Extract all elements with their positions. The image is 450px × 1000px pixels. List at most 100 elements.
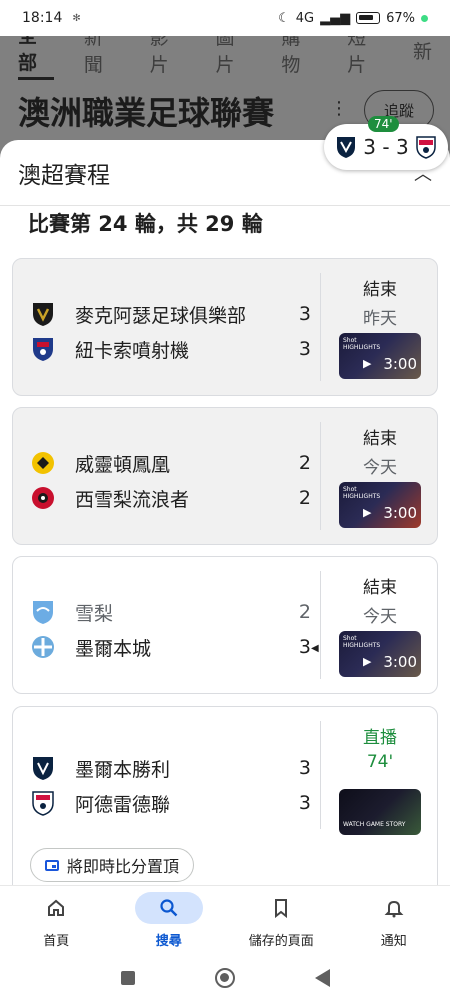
away-team-row: 紐卡索噴射機 3 xyxy=(31,334,311,364)
home-team-score: 3 xyxy=(298,757,311,779)
match-status: 結束 今天 xyxy=(343,424,417,478)
notification-icon: ✻ xyxy=(72,12,81,24)
newcastle-crest-icon xyxy=(33,338,53,361)
dnd-moon-icon: ☾ xyxy=(278,10,290,26)
pin-live-score-button[interactable]: 將即時比分置頂 xyxy=(30,848,195,882)
card-divider xyxy=(320,422,321,530)
status-bar: 18:14 ✻ ☾ 4G ▂▄▆ 67% xyxy=(0,0,450,36)
highlights-video-thumbnail[interactable]: Shot HIGHLIGHTS ▶ 3:00 xyxy=(339,631,421,677)
nav-notifications[interactable]: 通知 xyxy=(344,892,444,949)
privacy-dot-icon xyxy=(421,14,428,22)
match-status-label: 直播 xyxy=(363,728,397,748)
background-tabs: 全部 新聞 影片 圖片 購物 短片 新 xyxy=(0,25,450,80)
nav-saved-label: 儲存的頁面 xyxy=(248,934,314,949)
match-status: 結束 昨天 xyxy=(343,275,417,329)
adelaide-crest-icon xyxy=(32,791,54,816)
melbourne-victory-crest-icon xyxy=(33,757,53,780)
home-team-name: 雪梨 xyxy=(75,602,114,625)
match-status: 結束 今天 xyxy=(343,573,417,627)
play-icon: ▶ xyxy=(363,506,372,519)
highlights-video-thumbnail[interactable]: Shot HIGHLIGHTS ▶ 3:00 xyxy=(339,482,421,528)
melbourne-victory-crest-icon xyxy=(337,137,356,158)
winner-arrow-icon: ◀ xyxy=(311,643,319,654)
home-team-row: 墨爾本勝利 3 xyxy=(31,753,311,783)
live-score-chip[interactable]: 74' 3 - 3 xyxy=(324,116,448,170)
signal-icon: ▂▄▆ xyxy=(320,10,351,26)
away-team-row: 阿德雷德聯 3 xyxy=(31,788,311,818)
home-team-score: 2 xyxy=(298,452,311,474)
game-story-caption: WATCH GAME STORY xyxy=(343,821,406,828)
melbourne-city-crest-icon xyxy=(32,636,54,658)
away-team-score: 3 xyxy=(298,792,311,814)
video-duration: 3:00 xyxy=(383,355,417,373)
home-team-name: 麥克阿瑟足球俱樂部 xyxy=(75,304,247,327)
video-duration: 3:00 xyxy=(383,653,417,671)
nav-saved-icon-wrap xyxy=(247,892,315,924)
round-label: 比賽第 24 輪，共 29 輪 xyxy=(28,212,263,236)
home-team-row: 雪梨 2 xyxy=(31,597,311,627)
match-card[interactable]: 威靈頓鳳凰 2 西雪梨流浪者 2 結束 今天 Shot HIGHLIGHTS ▶ … xyxy=(12,407,438,545)
recents-icon[interactable] xyxy=(120,970,135,985)
home-team-row: 威靈頓鳳凰 2 xyxy=(31,448,311,478)
live-score: 3 - 3 xyxy=(363,135,409,159)
match-card[interactable]: 麥克阿瑟足球俱樂部 3 紐卡索噴射機 3 結束 昨天 Shot HIGHLIGHT… xyxy=(12,258,438,396)
sydney-crest-icon xyxy=(33,601,53,624)
highlights-tag: Shot HIGHLIGHTS xyxy=(343,486,381,500)
away-team-name: 紐卡索噴射機 xyxy=(75,339,190,362)
bookmark-icon xyxy=(275,899,288,918)
nav-saved[interactable]: 儲存的頁面 xyxy=(231,892,331,949)
more-vert-icon: ⋮ xyxy=(330,98,348,119)
match-status-label: 結束 xyxy=(363,429,397,449)
home-team-name: 威靈頓鳳凰 xyxy=(75,453,171,476)
video-duration: 3:00 xyxy=(383,504,417,522)
away-team-name: 西雪梨流浪者 xyxy=(75,488,190,511)
highlights-video-thumbnail[interactable]: Shot HIGHLIGHTS ▶ 3:00 xyxy=(339,333,421,379)
nav-search-label: 搜尋 xyxy=(155,934,182,949)
pin-button-label: 將即時比分置頂 xyxy=(67,857,180,876)
status-icons: ☾ 4G ▂▄▆ 67% xyxy=(278,11,428,26)
tab-more: 新 xyxy=(412,40,432,63)
highlights-tag: Shot HIGHLIGHTS xyxy=(343,337,381,351)
nav-home[interactable]: 首頁 xyxy=(6,892,106,949)
bottom-nav: 首頁 搜尋 儲存的頁面 通知 xyxy=(0,885,450,955)
live-minute-badge: 74' xyxy=(368,116,399,132)
away-team-name: 墨爾本城 xyxy=(75,637,152,660)
play-icon: ▶ xyxy=(363,357,372,370)
home-team-row: 麥克阿瑟足球俱樂部 3 xyxy=(31,299,311,329)
away-team-row: 西雪梨流浪者 2 xyxy=(31,483,311,513)
adelaide-crest-icon xyxy=(415,136,436,159)
nav-notifications-icon-wrap xyxy=(360,892,428,924)
card-divider xyxy=(320,273,321,381)
status-time: 18:14 xyxy=(22,10,63,26)
nav-home-icon-wrap xyxy=(22,892,90,924)
sheet-title: 澳超賽程 xyxy=(18,162,110,189)
match-status-label: 結束 xyxy=(363,280,397,300)
nav-home-label: 首頁 xyxy=(43,934,70,949)
fixtures-sheet: 澳超賽程 ︿ 比賽第 24 輪，共 29 輪 麥克阿瑟足球俱樂部 3 紐卡索噴射… xyxy=(0,140,450,885)
battery-percent: 67% xyxy=(386,10,415,26)
home-icon xyxy=(48,899,65,916)
bell-icon xyxy=(384,900,404,918)
search-icon xyxy=(160,899,178,917)
away-team-name: 阿德雷德聯 xyxy=(75,793,171,816)
battery-icon xyxy=(356,12,381,24)
away-team-score: 3 xyxy=(298,338,311,360)
game-story-thumbnail[interactable]: WATCH GAME STORY xyxy=(339,789,421,835)
network-label: 4G xyxy=(295,10,315,26)
card-divider xyxy=(320,721,321,829)
home-team-score: 2 xyxy=(298,601,311,623)
system-nav-bar xyxy=(0,955,450,1000)
pip-icon xyxy=(45,859,59,871)
match-minute: 74' xyxy=(366,752,394,772)
match-card[interactable]: 雪梨 2 墨爾本城 3 ◀ 結束 今天 Shot HIGHLIGHTS ▶ 3:0… xyxy=(12,556,438,694)
match-date: 今天 xyxy=(363,607,397,627)
home-button-icon[interactable] xyxy=(214,967,235,988)
away-team-row: 墨爾本城 3 xyxy=(31,632,311,662)
away-team-score: 2 xyxy=(298,487,311,509)
nav-search-icon-wrap xyxy=(134,892,203,924)
back-icon[interactable] xyxy=(314,968,330,987)
nav-search[interactable]: 搜尋 xyxy=(119,892,219,949)
match-date: 今天 xyxy=(363,458,397,478)
play-icon: ▶ xyxy=(363,655,372,668)
match-status-label: 結束 xyxy=(363,578,397,598)
